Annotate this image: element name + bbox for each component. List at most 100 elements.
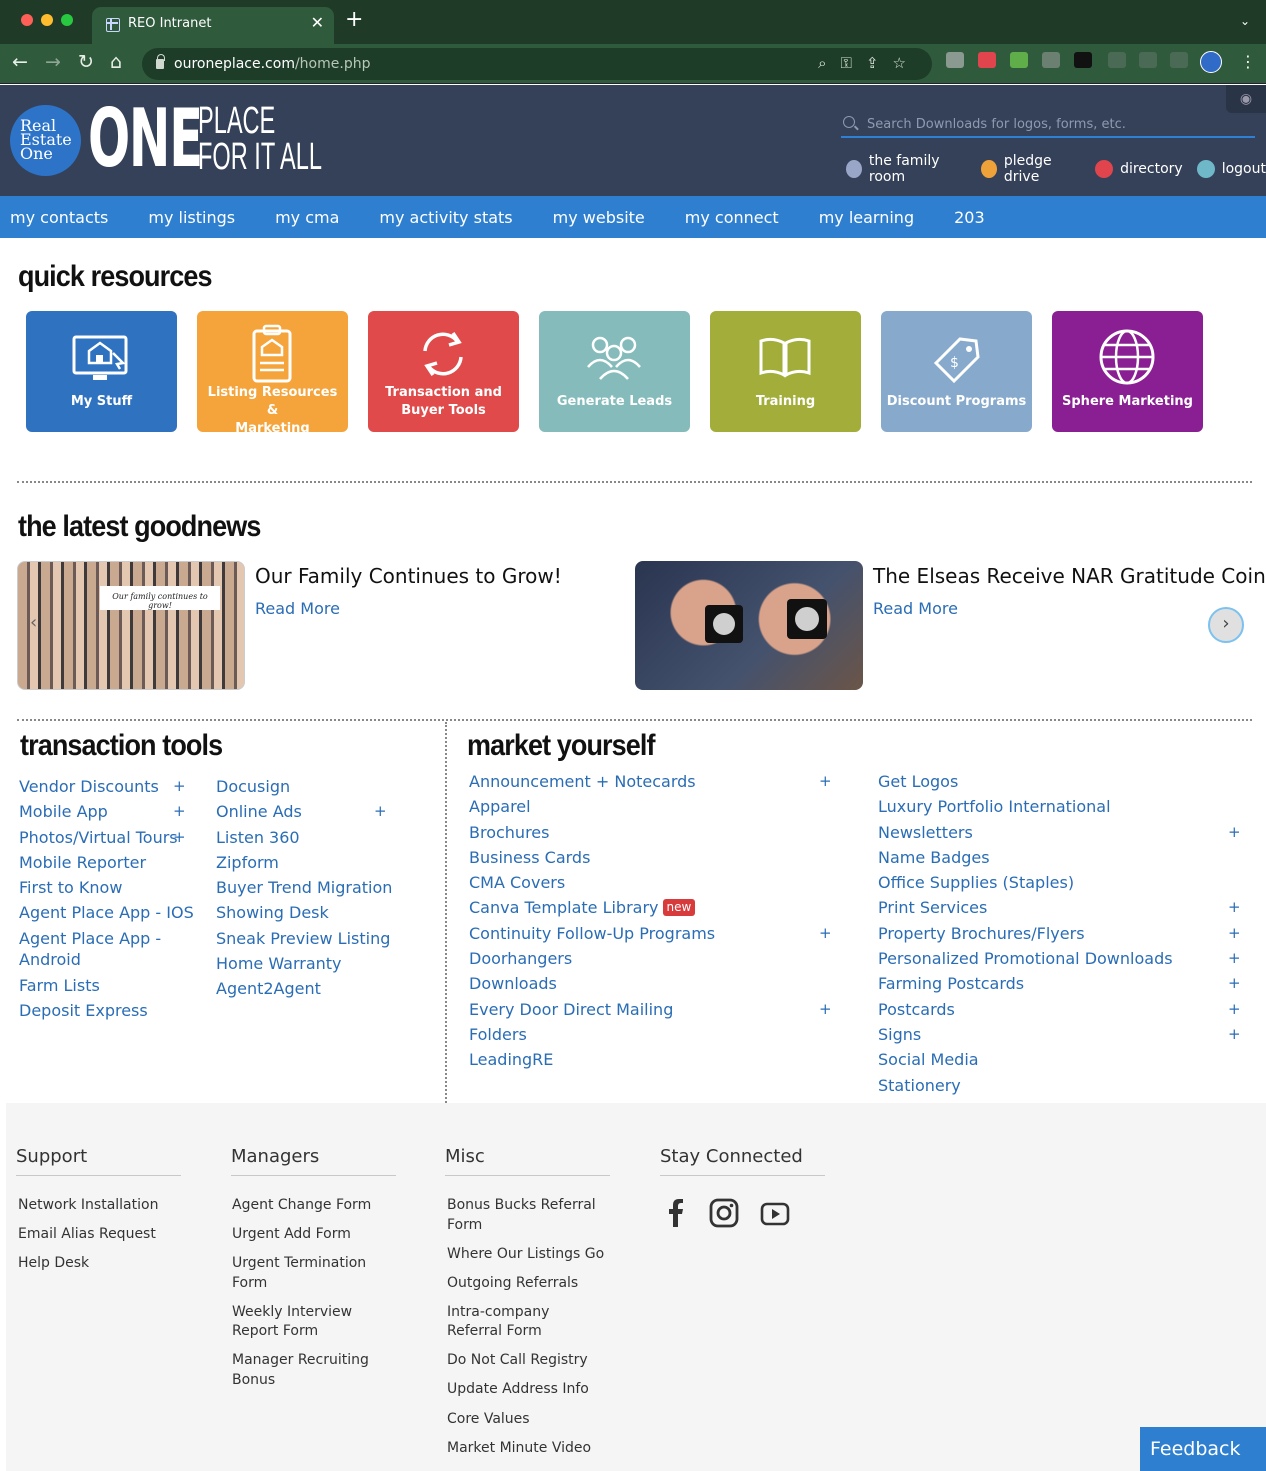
footer-link[interactable]: Urgent Add Form: [232, 1225, 402, 1245]
puzzle-extensions-icon[interactable]: [1139, 52, 1157, 68]
window-maximize-button[interactable]: [61, 14, 73, 26]
link-agent2agent[interactable]: Agent2Agent: [216, 976, 416, 1001]
logout-link[interactable]: logout: [1196, 153, 1266, 185]
expand-plus-icon[interactable]: +: [1228, 921, 1241, 946]
carousel-prev-icon[interactable]: ‹: [30, 612, 56, 638]
brain-icon[interactable]: ◉: [1226, 85, 1266, 113]
window-close-button[interactable]: [21, 14, 33, 26]
link-property-brochures[interactable]: Property Brochures/Flyers +: [878, 921, 1243, 946]
tab-close-icon[interactable]: ✕: [311, 13, 324, 32]
youtube-icon[interactable]: [760, 1202, 790, 1226]
footer-link[interactable]: Core Values: [447, 1410, 612, 1430]
carousel-next-icon[interactable]: ›: [1208, 607, 1244, 643]
feedback-button[interactable]: Feedback: [1140, 1427, 1266, 1471]
link-brochures[interactable]: Brochures: [469, 820, 839, 845]
expand-plus-icon[interactable]: +: [1228, 1022, 1241, 1047]
address-bar[interactable]: ouroneplace.com/home.php ⌕⚿⇪☆: [142, 48, 932, 80]
tile-generate-leads[interactable]: Generate Leads: [539, 311, 690, 432]
expand-plus-icon[interactable]: +: [1228, 820, 1241, 845]
link-farm-lists[interactable]: Farm Lists: [19, 973, 209, 998]
instagram-icon[interactable]: [709, 1198, 739, 1228]
read-more-link[interactable]: Read More: [873, 599, 958, 618]
tile-listing-resources[interactable]: Listing Resources & Marketing: [197, 311, 348, 436]
link-get-logos[interactable]: Get Logos: [878, 769, 1243, 794]
facebook-icon[interactable]: [664, 1198, 688, 1228]
footer-link[interactable]: Urgent Termination Form: [232, 1254, 372, 1293]
link-newsletters[interactable]: Newsletters +: [878, 820, 1243, 845]
read-more-link[interactable]: Read More: [255, 599, 340, 618]
footer-link[interactable]: Manager Recruiting Bonus: [232, 1351, 372, 1390]
footer-link[interactable]: Help Desk: [18, 1254, 193, 1274]
link-apparel[interactable]: Apparel: [469, 794, 839, 819]
link-listen-360[interactable]: Listen 360: [216, 825, 416, 850]
pen-extension-icon[interactable]: [1108, 52, 1126, 68]
link-social-media[interactable]: Social Media: [878, 1047, 1243, 1072]
link-agent-place-android[interactable]: Agent Place App - Android: [19, 928, 209, 970]
tile-my-stuff[interactable]: My Stuff: [26, 311, 177, 432]
link-luxury-portfolio[interactable]: Luxury Portfolio International: [878, 794, 1243, 819]
link-cma-covers[interactable]: CMA Covers: [469, 870, 839, 895]
expand-plus-icon[interactable]: +: [819, 921, 832, 946]
store-extension-icon[interactable]: [1010, 52, 1028, 68]
news-image-coins[interactable]: [635, 561, 863, 690]
link-vendor-discounts[interactable]: Vendor Discounts +: [19, 774, 209, 799]
search-input[interactable]: [867, 113, 1252, 135]
expand-plus-icon[interactable]: +: [173, 799, 186, 824]
link-zipform[interactable]: Zipform: [216, 850, 416, 875]
omnibox-action-icons[interactable]: ⌕⚿⇪☆: [818, 54, 920, 72]
pocket-extension-icon[interactable]: [978, 52, 996, 68]
window-minimize-button[interactable]: [41, 14, 53, 26]
back-arrow-icon[interactable]: ←: [12, 51, 28, 73]
nav-my-website[interactable]: my website: [553, 208, 645, 227]
link-doorhangers[interactable]: Doorhangers: [469, 946, 839, 971]
new-tab-button[interactable]: +: [345, 9, 363, 31]
expand-plus-icon[interactable]: +: [173, 774, 186, 799]
link-continuity-follow-up[interactable]: Continuity Follow-Up Programs +: [469, 921, 839, 946]
news-title[interactable]: Our Family Continues to Grow!: [255, 564, 562, 588]
nav-203[interactable]: 203: [954, 208, 985, 227]
expand-plus-icon[interactable]: +: [1228, 971, 1241, 996]
link-farming-postcards[interactable]: Farming Postcards +: [878, 971, 1243, 996]
expand-plus-icon[interactable]: +: [819, 769, 832, 794]
footer-link[interactable]: Agent Change Form: [232, 1196, 402, 1216]
family-room-link[interactable]: the family room: [846, 153, 967, 185]
footer-link[interactable]: Bonus Bucks Referral Form: [447, 1196, 597, 1235]
expand-plus-icon[interactable]: +: [819, 997, 832, 1022]
expand-plus-icon[interactable]: +: [173, 825, 186, 850]
link-folders[interactable]: Folders: [469, 1022, 839, 1047]
expand-plus-icon[interactable]: +: [1228, 946, 1241, 971]
link-showing-desk[interactable]: Showing Desk: [216, 900, 416, 925]
link-signs[interactable]: Signs +: [878, 1022, 1243, 1047]
link-postcards[interactable]: Postcards +: [878, 997, 1243, 1022]
nav-my-cma[interactable]: my cma: [275, 208, 339, 227]
reload-icon[interactable]: ↻: [78, 51, 94, 73]
footer-link[interactable]: Do Not Call Registry: [447, 1351, 612, 1371]
footer-link[interactable]: Intra-company Referral Form: [447, 1303, 607, 1342]
link-every-door-direct-mailing[interactable]: Every Door Direct Mailing +: [469, 997, 839, 1022]
forward-arrow-icon[interactable]: →: [45, 51, 61, 73]
link-online-ads[interactable]: Online Ads +: [216, 799, 416, 824]
footer-link[interactable]: Outgoing Referrals: [447, 1274, 612, 1294]
expand-plus-icon[interactable]: +: [1228, 895, 1241, 920]
link-personalized-promotional[interactable]: Personalized Promotional Downloads +: [878, 946, 1243, 971]
expand-plus-icon[interactable]: +: [374, 799, 387, 824]
tile-discount-programs[interactable]: $ Discount Programs: [881, 311, 1032, 432]
link-home-warranty[interactable]: Home Warranty: [216, 951, 416, 976]
link-agent-place-ios[interactable]: Agent Place App - IOS: [19, 900, 209, 925]
link-mobile-reporter[interactable]: Mobile Reporter: [19, 850, 209, 875]
news-title[interactable]: The Elseas Receive NAR Gratitude Coin: [873, 564, 1266, 588]
tools-extension-icon[interactable]: [1042, 52, 1060, 68]
link-first-to-know[interactable]: First to Know: [19, 875, 209, 900]
link-sneak-preview-listing[interactable]: Sneak Preview Listing: [216, 926, 416, 951]
tile-sphere-marketing[interactable]: Sphere Marketing: [1052, 311, 1203, 432]
footer-link[interactable]: Email Alias Request: [18, 1225, 193, 1245]
browser-menu-icon[interactable]: ⋮: [1240, 52, 1256, 71]
link-leadingre[interactable]: LeadingRE: [469, 1047, 839, 1072]
link-stationery[interactable]: Stationery: [878, 1073, 1243, 1098]
link-downloads[interactable]: Downloads: [469, 971, 839, 996]
tab-list-chevron-icon[interactable]: ⌄: [1240, 14, 1250, 28]
link-docusign[interactable]: Docusign: [216, 774, 416, 799]
link-canva-template-library[interactable]: Canva Template Library new: [469, 895, 839, 920]
footer-link[interactable]: Market Minute Video: [447, 1439, 612, 1459]
nav-my-connect[interactable]: my connect: [685, 208, 779, 227]
